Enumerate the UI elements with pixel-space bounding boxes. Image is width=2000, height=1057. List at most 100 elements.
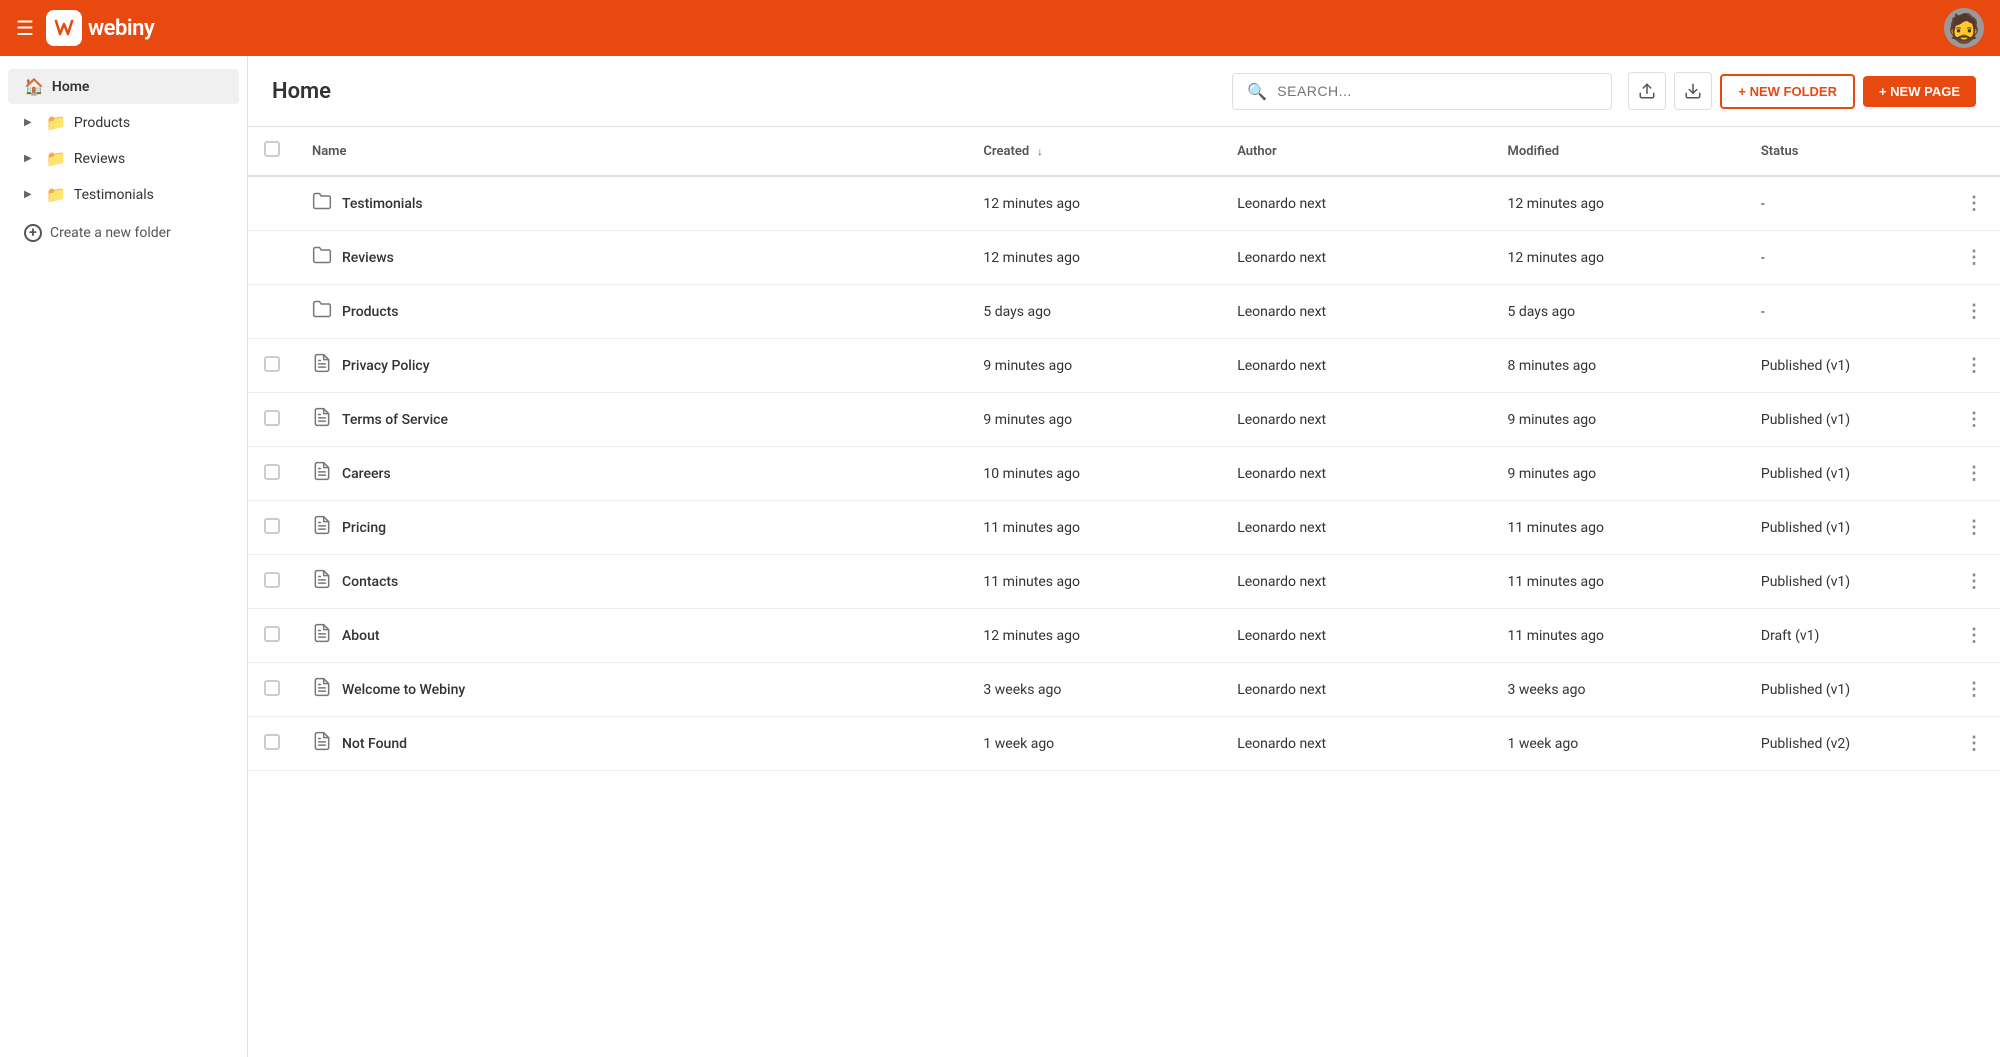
folder-icon [312, 245, 332, 270]
logo: webiny [46, 10, 154, 46]
row-checkbox[interactable] [264, 464, 280, 480]
table-row[interactable]: Privacy Policy 9 minutes agoLeonardo nex… [248, 339, 2000, 393]
name-cell: Welcome to Webiny [312, 677, 951, 702]
avatar[interactable]: 🧔 [1944, 8, 1984, 48]
row-actions-button[interactable]: ⋮ [1949, 555, 2000, 609]
chevron-right-icon: ▶ [24, 189, 38, 200]
page-icon [312, 623, 332, 648]
home-icon: 🏠 [24, 77, 44, 96]
table-row[interactable]: Contacts 11 minutes agoLeonardo next11 m… [248, 555, 2000, 609]
row-actions-button[interactable]: ⋮ [1949, 501, 2000, 555]
modified-cell: 11 minutes ago [1492, 501, 1745, 555]
sidebar-item-home[interactable]: 🏠 Home [8, 69, 239, 104]
row-actions-button[interactable]: ⋮ [1949, 231, 2000, 285]
row-name: Privacy Policy [342, 358, 430, 374]
author-cell: Leonardo next [1221, 285, 1491, 339]
row-actions-button[interactable]: ⋮ [1949, 663, 2000, 717]
menu-icon[interactable]: ☰ [16, 16, 34, 40]
row-actions-button[interactable]: ⋮ [1949, 176, 2000, 231]
row-checkbox[interactable] [264, 734, 280, 750]
name-cell: Terms of Service [312, 407, 951, 432]
sidebar-item-reviews[interactable]: ▶ 📁 Reviews [8, 141, 239, 176]
row-actions-button[interactable]: ⋮ [1949, 339, 2000, 393]
folder-icon: 📁 [46, 149, 66, 168]
row-actions-button[interactable]: ⋮ [1949, 717, 2000, 771]
row-actions-button[interactable]: ⋮ [1949, 609, 2000, 663]
table-row[interactable]: Careers 10 minutes agoLeonardo next9 min… [248, 447, 2000, 501]
author-cell: Leonardo next [1221, 717, 1491, 771]
row-checkbox[interactable] [264, 680, 280, 696]
folder-icon: 📁 [46, 113, 66, 132]
search-input[interactable] [1277, 83, 1597, 99]
table-row[interactable]: Welcome to Webiny 3 weeks agoLeonardo ne… [248, 663, 2000, 717]
table-row[interactable]: Testimonials 12 minutes agoLeonardo next… [248, 176, 2000, 231]
author-cell: Leonardo next [1221, 231, 1491, 285]
col-header-name[interactable]: Name [296, 127, 967, 176]
row-actions-button[interactable]: ⋮ [1949, 285, 2000, 339]
col-header-status[interactable]: Status [1745, 127, 1949, 176]
modified-cell: 8 minutes ago [1492, 339, 1745, 393]
status-cell: - [1745, 231, 1949, 285]
folder-icon [312, 299, 332, 324]
created-cell: 11 minutes ago [967, 555, 1221, 609]
create-new-folder-button[interactable]: + Create a new folder [8, 216, 239, 250]
col-header-author[interactable]: Author [1221, 127, 1491, 176]
status-cell: Published (v1) [1745, 447, 1949, 501]
created-cell: 9 minutes ago [967, 339, 1221, 393]
author-cell: Leonardo next [1221, 393, 1491, 447]
sidebar-home-label: Home [52, 79, 90, 95]
row-name: Testimonials [342, 196, 423, 212]
name-cell: About [312, 623, 951, 648]
col-header-actions [1949, 127, 2000, 176]
main-header: Home 🔍 [248, 56, 2000, 127]
table-row[interactable]: Pricing 11 minutes agoLeonardo next11 mi… [248, 501, 2000, 555]
row-checkbox[interactable] [264, 518, 280, 534]
row-checkbox[interactable] [264, 626, 280, 642]
select-all-header [248, 127, 296, 176]
modified-cell: 9 minutes ago [1492, 447, 1745, 501]
row-checkbox[interactable] [264, 356, 280, 372]
table-row[interactable]: Terms of Service 9 minutes agoLeonardo n… [248, 393, 2000, 447]
status-cell: Draft (v1) [1745, 609, 1949, 663]
table-container: Name Created ↓ Author Modified [248, 127, 2000, 1057]
search-icon: 🔍 [1247, 82, 1267, 101]
create-folder-label: Create a new folder [50, 225, 171, 241]
pages-table: Name Created ↓ Author Modified [248, 127, 2000, 771]
status-cell: Published (v1) [1745, 393, 1949, 447]
col-header-created[interactable]: Created ↓ [967, 127, 1221, 176]
created-cell: 12 minutes ago [967, 231, 1221, 285]
header-actions: + NEW FOLDER + NEW PAGE [1628, 72, 1976, 110]
row-name: Careers [342, 466, 391, 482]
sort-down-icon: ↓ [1037, 145, 1043, 158]
page-icon [312, 515, 332, 540]
table-row[interactable]: Reviews 12 minutes agoLeonardo next12 mi… [248, 231, 2000, 285]
page-icon [312, 569, 332, 594]
row-checkbox[interactable] [264, 410, 280, 426]
row-actions-button[interactable]: ⋮ [1949, 393, 2000, 447]
table-row[interactable]: About 12 minutes agoLeonardo next11 minu… [248, 609, 2000, 663]
table-row[interactable]: Not Found 1 week agoLeonardo next1 week … [248, 717, 2000, 771]
name-cell: Pricing [312, 515, 951, 540]
download-button[interactable] [1674, 72, 1712, 110]
col-header-modified[interactable]: Modified [1492, 127, 1745, 176]
name-cell: Not Found [312, 731, 951, 756]
row-checkbox[interactable] [264, 572, 280, 588]
sidebar-item-testimonials[interactable]: ▶ 📁 Testimonials [8, 177, 239, 212]
created-cell: 1 week ago [967, 717, 1221, 771]
name-cell: Careers [312, 461, 951, 486]
new-page-button[interactable]: + NEW PAGE [1863, 76, 1976, 107]
app-header: ☰ webiny 🧔 [0, 0, 2000, 56]
new-folder-button[interactable]: + NEW FOLDER [1720, 74, 1855, 109]
row-name: Products [342, 304, 399, 320]
row-actions-button[interactable]: ⋮ [1949, 447, 2000, 501]
search-bar[interactable]: 🔍 [1232, 73, 1612, 110]
logo-text: webiny [88, 16, 154, 41]
modified-cell: 5 days ago [1492, 285, 1745, 339]
name-cell: Contacts [312, 569, 951, 594]
upload-button[interactable] [1628, 72, 1666, 110]
select-all-checkbox[interactable] [264, 141, 280, 157]
sidebar-item-products[interactable]: ▶ 📁 Products [8, 105, 239, 140]
page-icon [312, 461, 332, 486]
author-cell: Leonardo next [1221, 447, 1491, 501]
table-row[interactable]: Products 5 days agoLeonardo next5 days a… [248, 285, 2000, 339]
